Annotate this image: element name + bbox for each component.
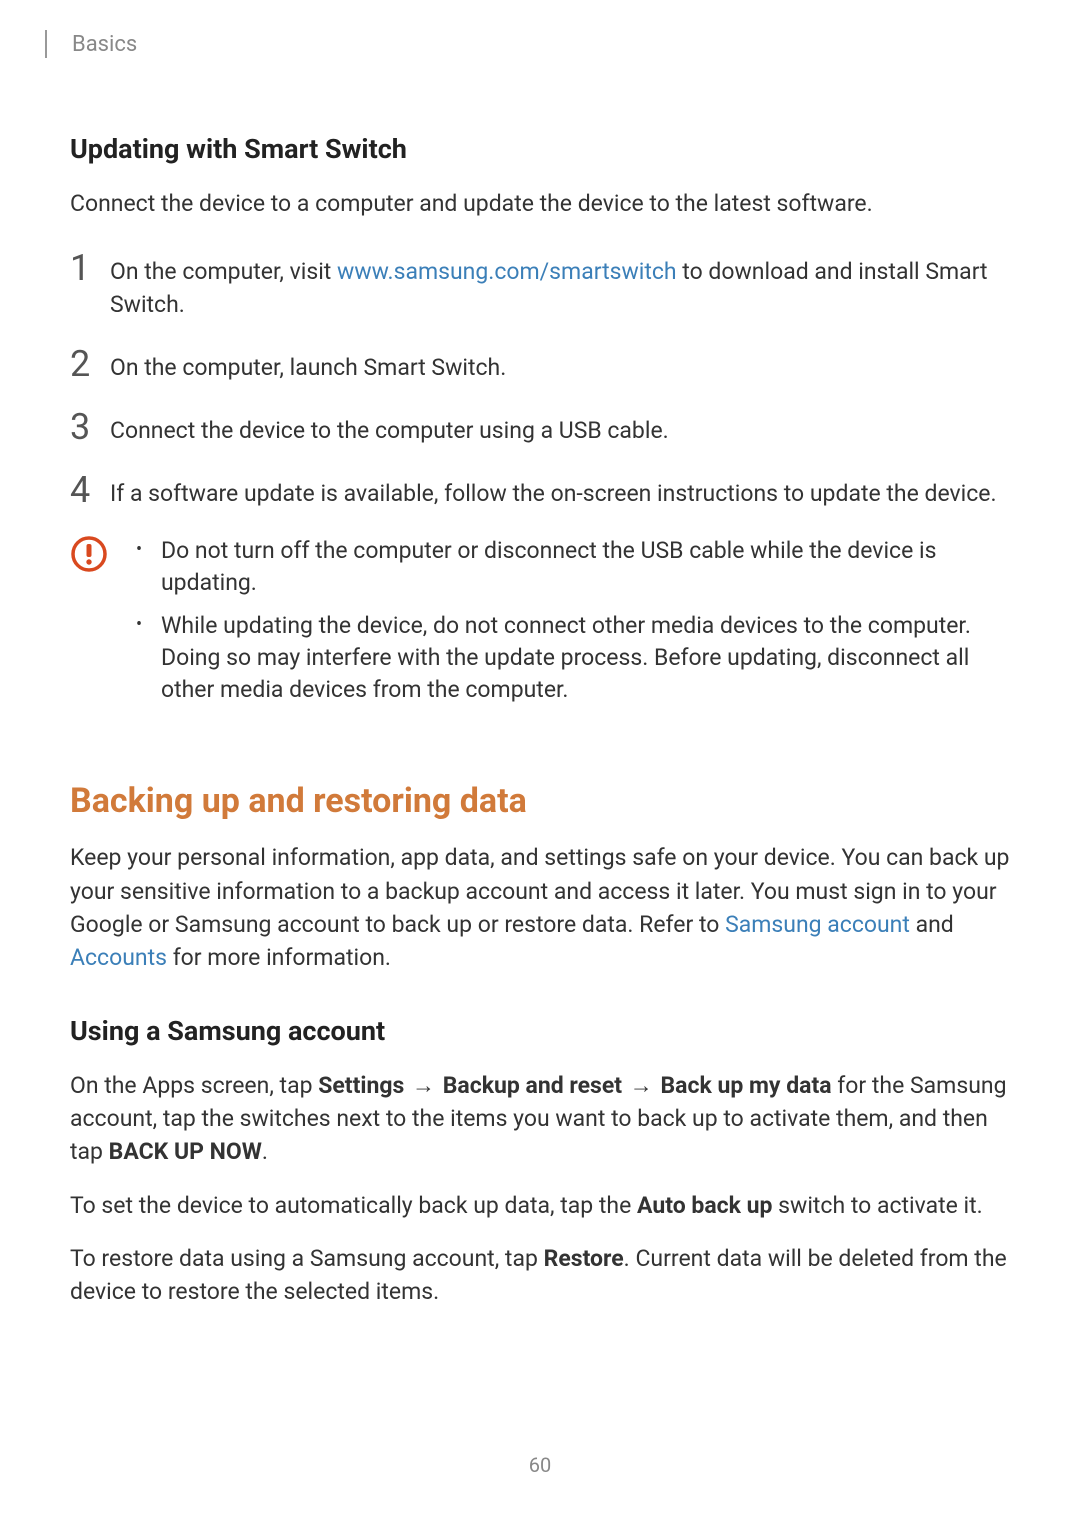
ui-path-backup-my-data: Back up my data [661, 1072, 832, 1099]
bullet-dot-icon: • [136, 535, 161, 560]
arrow-icon: → [630, 1072, 653, 1099]
caution-icon [70, 535, 108, 573]
step-text: Connect the device to the computer using… [110, 409, 1010, 447]
step-text: On the computer, visit www.samsung.com/s… [110, 250, 1010, 320]
step-item: 4 If a software update is available, fol… [70, 472, 1010, 510]
step-item: 1 On the computer, visit www.samsung.com… [70, 250, 1010, 320]
ui-path-backup-reset: Backup and reset [443, 1072, 622, 1099]
header-divider [45, 30, 47, 58]
step-number: 4 [70, 472, 110, 508]
caution-bullets: • Do not turn off the computer or discon… [136, 535, 1010, 716]
arrow-icon: → [412, 1072, 435, 1099]
samsung-account-link[interactable]: Samsung account [725, 911, 910, 938]
ui-path-settings: Settings [318, 1072, 404, 1099]
bullet-item: • While updating the device, do not conn… [136, 610, 1010, 707]
document-content: Updating with Smart Switch Connect the d… [0, 133, 1080, 1309]
ui-action-restore: Restore [544, 1245, 624, 1272]
step-item: 2 On the computer, launch Smart Switch. [70, 346, 1010, 384]
step-item: 3 Connect the device to the computer usi… [70, 409, 1010, 447]
step-number: 2 [70, 346, 110, 382]
instruction-paragraph: To restore data using a Samsung account,… [70, 1242, 1010, 1309]
subsection-heading: Using a Samsung account [70, 1015, 1010, 1047]
accounts-link[interactable]: Accounts [70, 944, 167, 971]
numbered-steps: 1 On the computer, visit www.samsung.com… [70, 250, 1010, 510]
subsection-heading: Updating with Smart Switch [70, 133, 1010, 165]
breadcrumb: Basics [72, 32, 137, 57]
bullet-dot-icon: • [136, 610, 161, 635]
smartswitch-link[interactable]: www.samsung.com/smartswitch [337, 258, 677, 285]
instruction-paragraph: To set the device to automatically back … [70, 1189, 1010, 1222]
bullet-text: While updating the device, do not connec… [161, 610, 1010, 707]
section-heading: Backing up and restoring data [70, 781, 1010, 821]
step-number: 1 [70, 250, 110, 286]
bullet-text: Do not turn off the computer or disconne… [161, 535, 1010, 599]
intro-paragraph: Connect the device to a computer and upd… [70, 187, 1010, 220]
step-text: If a software update is available, follo… [110, 472, 1010, 510]
page-number: 60 [529, 1453, 551, 1477]
ui-label-auto-back-up: Auto back up [637, 1192, 772, 1219]
caution-block: • Do not turn off the computer or discon… [70, 535, 1010, 716]
document-header: Basics [0, 0, 1080, 58]
instruction-paragraph: On the Apps screen, tap Settings → Backu… [70, 1069, 1010, 1169]
bullet-item: • Do not turn off the computer or discon… [136, 535, 1010, 599]
step-number: 3 [70, 409, 110, 445]
step-text: On the computer, launch Smart Switch. [110, 346, 1010, 384]
section-intro: Keep your personal information, app data… [70, 841, 1010, 974]
ui-action-backup-now: BACK UP NOW [109, 1138, 262, 1165]
